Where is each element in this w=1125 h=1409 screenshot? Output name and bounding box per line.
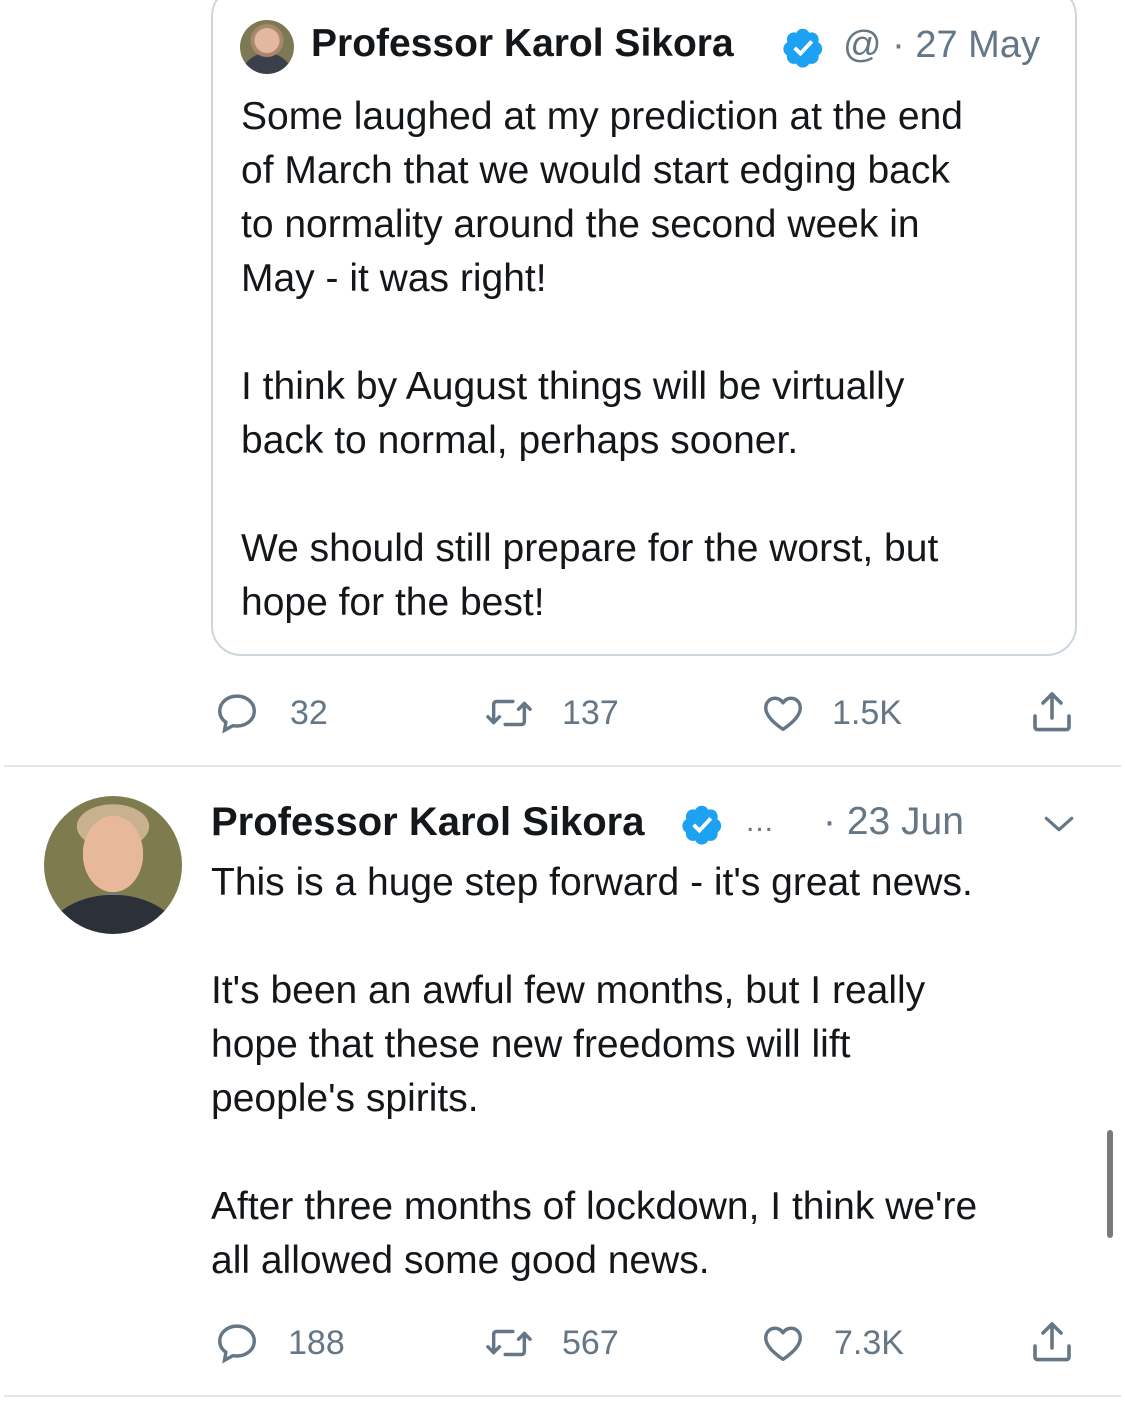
like-count: 7.3K <box>834 1323 904 1362</box>
share-icon <box>1033 692 1071 732</box>
share-button[interactable] <box>1028 1318 1076 1366</box>
retweet-icon <box>486 1329 532 1357</box>
quoted-author-name[interactable]: Professor Karol Sikora <box>311 22 734 66</box>
reply-button[interactable]: 32 <box>214 690 328 736</box>
retweet-icon <box>486 699 532 727</box>
tweet-date[interactable]: · 23 Jun <box>823 800 964 844</box>
scrollbar[interactable] <box>1107 1130 1113 1238</box>
tweet-text: This is a huge step forward - it's great… <box>211 861 978 1282</box>
quoted-tweet-text: Some laughed at my prediction at the end… <box>241 95 963 624</box>
handle-truncated[interactable]: ... <box>746 805 774 839</box>
like-icon <box>764 1326 802 1362</box>
reply-count: 188 <box>288 1323 345 1362</box>
quoted-author-avatar[interactable] <box>240 20 294 74</box>
chevron-down-icon[interactable] <box>1042 812 1076 836</box>
author-avatar[interactable] <box>44 796 182 934</box>
like-button[interactable]: 1.5K <box>760 690 902 736</box>
retweet-count: 137 <box>562 693 619 732</box>
tweet-divider <box>4 1395 1121 1397</box>
verified-icon <box>783 28 823 68</box>
retweet-count: 567 <box>562 1323 619 1362</box>
share-icon <box>1033 1322 1071 1362</box>
quoted-date[interactable]: · 27 May <box>892 24 1040 66</box>
reply-icon <box>218 1324 256 1364</box>
verified-icon <box>682 805 722 845</box>
reply-button[interactable]: 188 <box>214 1320 345 1366</box>
reply-count: 32 <box>290 693 328 732</box>
author-name[interactable]: Professor Karol Sikora <box>211 800 645 845</box>
like-button[interactable]: 7.3K <box>760 1320 904 1366</box>
quoted-handle-date[interactable]: @ · 27 May <box>843 24 1040 67</box>
retweet-button[interactable]: 567 <box>484 1320 619 1366</box>
reply-icon <box>218 694 256 734</box>
like-icon <box>764 696 802 732</box>
share-button[interactable] <box>1028 688 1076 736</box>
retweet-button[interactable]: 137 <box>484 690 619 736</box>
tweet-divider <box>4 765 1121 767</box>
like-count: 1.5K <box>832 693 902 732</box>
quoted-handle[interactable]: @ <box>843 24 882 66</box>
